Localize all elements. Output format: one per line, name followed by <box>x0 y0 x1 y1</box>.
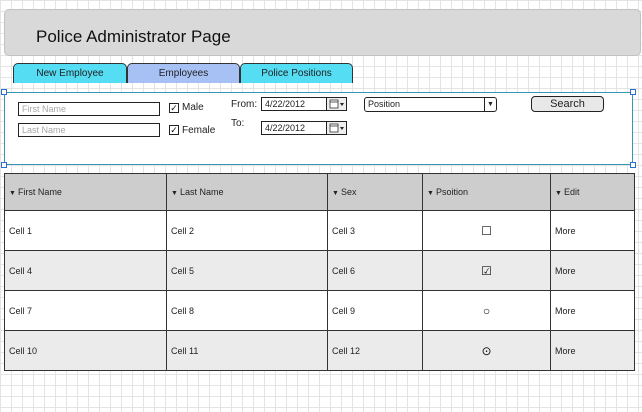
male-label: Male <box>182 102 204 113</box>
cell-position: ☐ <box>422 210 551 251</box>
checkbox-icon[interactable]: ☐ <box>481 224 492 238</box>
male-checkbox[interactable]: ✓ <box>169 103 179 113</box>
check-icon: ✓ <box>170 103 178 113</box>
cell-sex: Cell 3 <box>327 210 423 251</box>
female-checkbox[interactable]: ✓ <box>169 125 179 135</box>
page-title: Police Administrator Page <box>36 27 231 46</box>
sort-arrow-icon: ▼ <box>9 190 16 197</box>
to-date-picker[interactable]: 4/22/2012 <box>261 121 347 135</box>
selection-handle[interactable] <box>630 89 636 95</box>
last-name-input[interactable]: Last Name <box>18 123 160 137</box>
cell-position: ○ <box>422 290 551 331</box>
column-header-position[interactable]: ▼ Psoition <box>422 173 551 211</box>
cell-first-name: Cell 4 <box>4 250 167 291</box>
tab-new-employee[interactable]: New Employee <box>13 63 127 83</box>
selection-handle[interactable] <box>1 162 7 168</box>
chevron-down-icon[interactable]: ▼ <box>484 98 496 111</box>
more-link[interactable]: More <box>550 290 635 331</box>
from-date-picker[interactable]: 4/22/2012 <box>261 97 347 111</box>
tab-employees[interactable]: Employees <box>127 63 240 83</box>
to-date-value: 4/22/2012 <box>265 123 306 133</box>
cell-last-name: Cell 2 <box>166 210 328 251</box>
table-row: Cell 1 Cell 2 Cell 3 ☐ More <box>4 210 635 251</box>
selected-radio-icon[interactable]: ⊙ <box>481 344 491 358</box>
sort-arrow-icon: ▼ <box>171 190 178 197</box>
table-row: Cell 4 Cell 5 Cell 6 ☑ More <box>4 250 635 291</box>
first-name-input[interactable]: First Name <box>18 102 160 116</box>
radio-icon[interactable]: ○ <box>483 304 490 318</box>
cell-last-name: Cell 5 <box>166 250 328 291</box>
column-header-sex[interactable]: ▼ Sex <box>327 173 423 211</box>
cell-first-name: Cell 10 <box>4 330 167 371</box>
search-button[interactable]: Search <box>531 96 604 112</box>
position-select-value: Position <box>368 99 401 109</box>
to-label: To: <box>231 118 245 129</box>
more-link[interactable]: More <box>550 250 635 291</box>
calendar-icon[interactable] <box>326 98 346 110</box>
sort-arrow-icon: ▼ <box>332 190 339 197</box>
column-header-last-name[interactable]: ▼ Last Name <box>166 173 328 211</box>
cell-position: ☑ <box>422 250 551 291</box>
cell-position: ⊙ <box>422 330 551 371</box>
selection-handle[interactable] <box>630 162 636 168</box>
more-link[interactable]: More <box>550 210 635 251</box>
check-icon: ✓ <box>170 125 178 135</box>
sort-arrow-icon: ▼ <box>555 190 562 197</box>
cell-first-name: Cell 1 <box>4 210 167 251</box>
from-date-value: 4/22/2012 <box>265 99 306 109</box>
cell-last-name: Cell 11 <box>166 330 328 371</box>
position-select[interactable]: Position ▼ <box>364 97 497 112</box>
cell-first-name: Cell 7 <box>4 290 167 331</box>
tab-police-positions[interactable]: Police Positions <box>240 63 353 83</box>
cell-last-name: Cell 8 <box>166 290 328 331</box>
selection-handle[interactable] <box>1 89 7 95</box>
checked-checkbox-icon[interactable]: ☑ <box>481 264 492 278</box>
table-row: Cell 10 Cell 11 Cell 12 ⊙ More <box>4 330 635 371</box>
calendar-icon[interactable] <box>326 122 346 134</box>
cell-sex: Cell 6 <box>327 250 423 291</box>
table-header-row: ▼ First Name ▼ Last Name ▼ Sex ▼ Psoition ▼ E… <box>4 173 635 211</box>
page-header: Police Administrator Page <box>4 9 641 56</box>
cell-sex: Cell 12 <box>327 330 423 371</box>
employee-table: ▼ First Name ▼ Last Name ▼ Sex ▼ Psoition ▼ E… <box>4 173 635 371</box>
column-header-first-name[interactable]: ▼ First Name <box>4 173 167 211</box>
sort-arrow-icon: ▼ <box>427 190 434 197</box>
from-label: From: <box>231 99 258 110</box>
more-link[interactable]: More <box>550 330 635 371</box>
column-header-edit[interactable]: ▼ Edit <box>550 173 635 211</box>
female-label: Female <box>182 125 216 136</box>
cell-sex: Cell 9 <box>327 290 423 331</box>
table-row: Cell 7 Cell 8 Cell 9 ○ More <box>4 290 635 331</box>
